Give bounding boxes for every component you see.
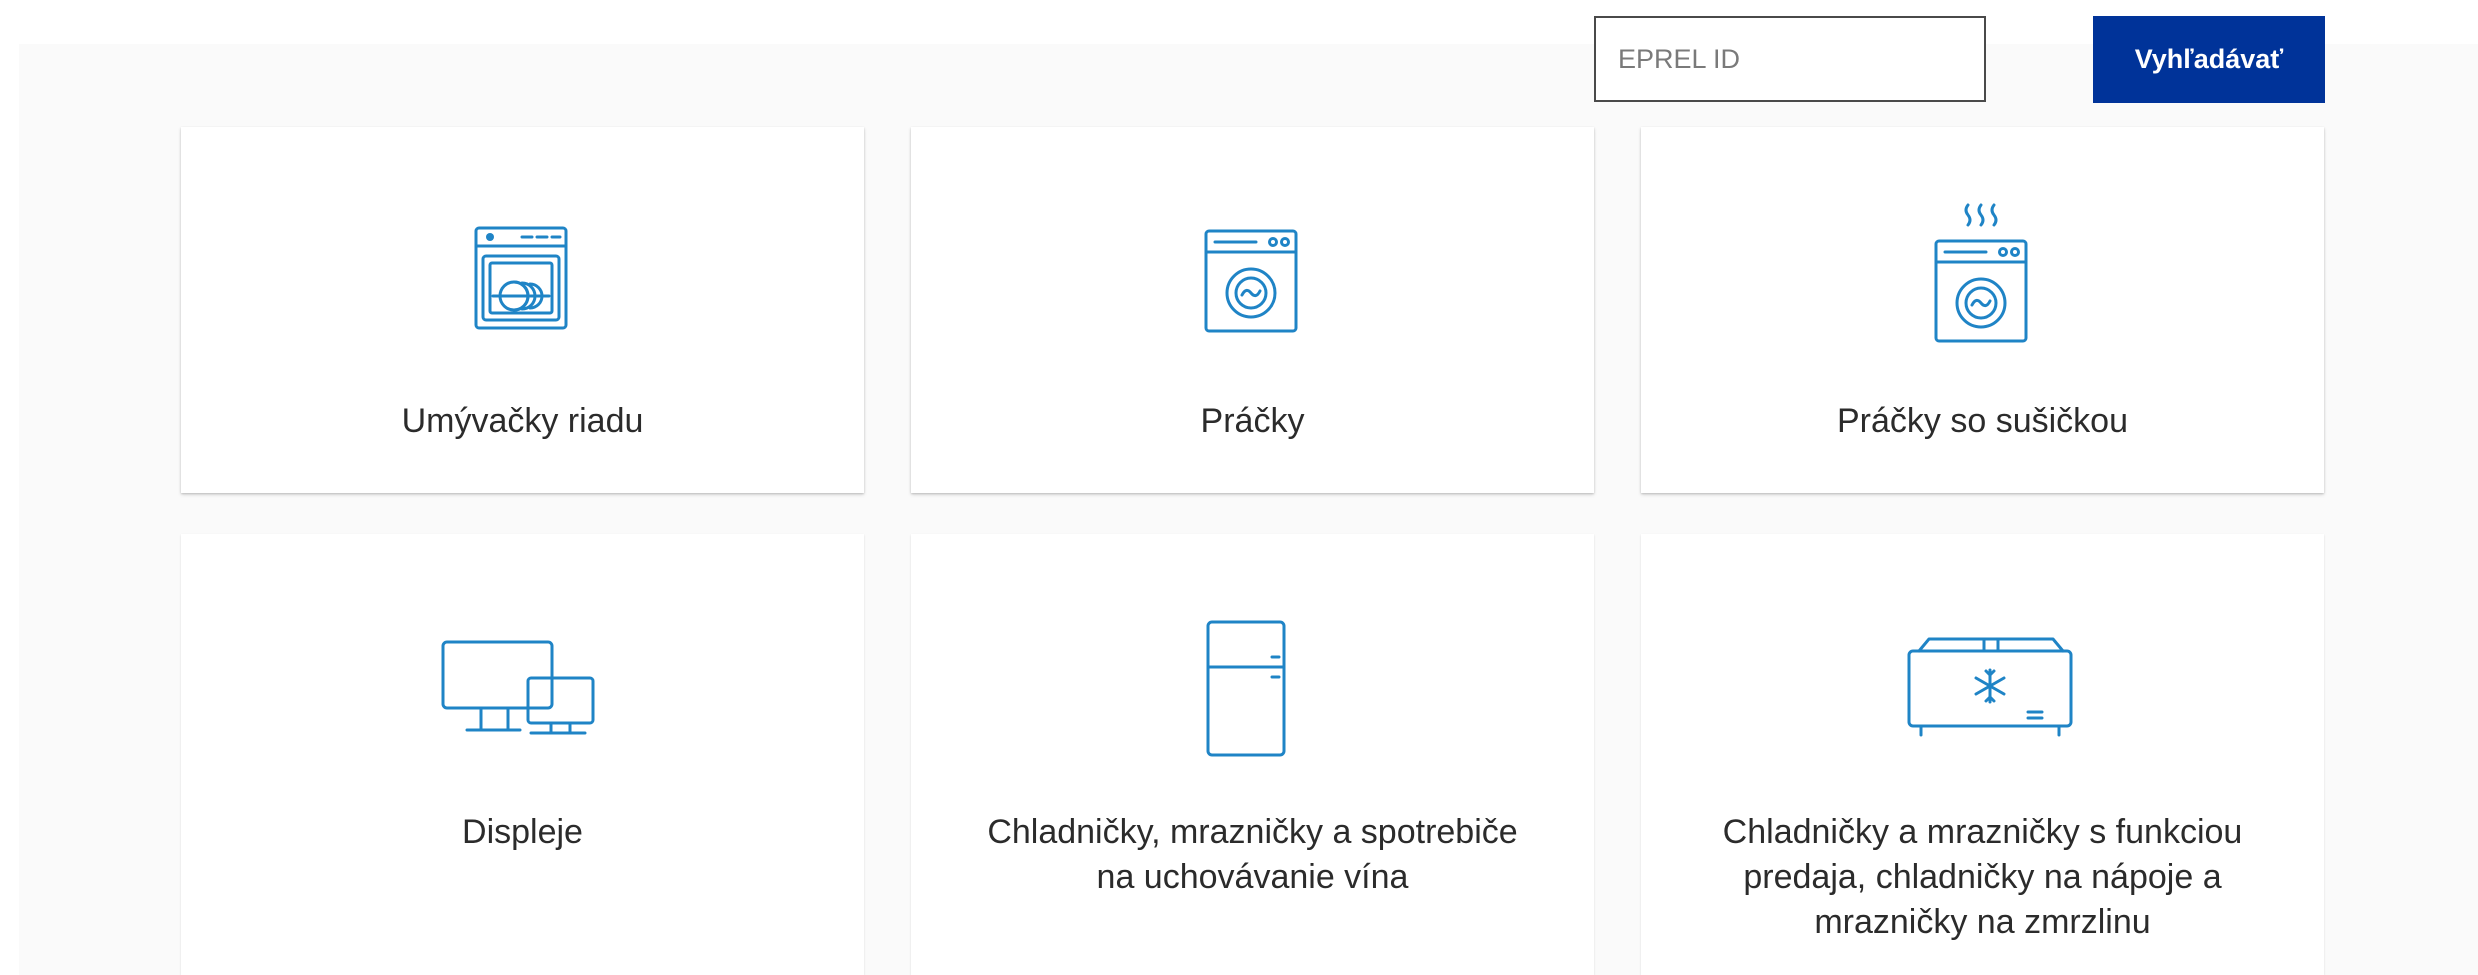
category-card-displays[interactable]: Displeje bbox=[181, 534, 864, 975]
category-label: Displeje bbox=[462, 813, 583, 851]
refrigerator-icon bbox=[1206, 620, 1286, 757]
eprel-id-search-input[interactable] bbox=[1594, 16, 1986, 102]
category-label: Chladničky a mrazničky s funkciou predaj… bbox=[1641, 810, 2324, 945]
category-label: Umývačky riadu bbox=[401, 402, 644, 440]
category-label: Práčky so sušičkou bbox=[1837, 402, 2128, 440]
category-label-line: Chladničky, mrazničky a spotrebiče bbox=[987, 813, 1518, 851]
category-label: Práčky bbox=[1200, 402, 1305, 440]
category-label-line: Chladničky a mrazničky s funkciou bbox=[1722, 813, 2243, 851]
category-card-refrigerators[interactable]: Chladničky, mrazničky a spotrebiče na uc… bbox=[911, 534, 1594, 975]
category-label-line: na uchovávanie vína bbox=[1096, 858, 1409, 896]
category-label-line: predaja, chladničky na nápoje a bbox=[1743, 858, 2222, 896]
category-label-line: mrazničky na zmrzlinu bbox=[1814, 903, 2151, 941]
category-card-dishwashers[interactable]: Umývačky riadu bbox=[181, 127, 864, 493]
category-card-commercial-refrigeration[interactable]: Chladničky a mrazničky s funkciou predaj… bbox=[1641, 534, 2324, 975]
search-button[interactable]: Vyhľadávať bbox=[2093, 16, 2325, 103]
category-card-washer-dryers[interactable]: Práčky so sušičkou bbox=[1641, 127, 2324, 493]
category-card-washing-machines[interactable]: Práčky bbox=[911, 127, 1594, 493]
displays-icon bbox=[441, 640, 595, 735]
category-label: Chladničky, mrazničky a spotrebiče na uc… bbox=[911, 810, 1594, 900]
